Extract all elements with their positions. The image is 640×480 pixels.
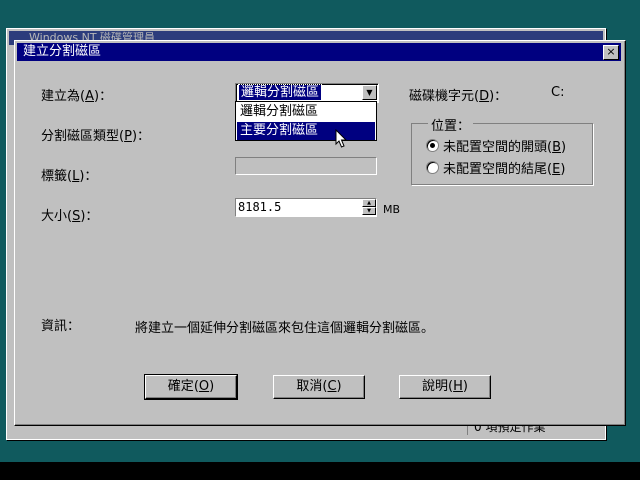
info-label: 資訊：	[41, 319, 81, 334]
radio-end-of-free-space[interactable]: 未配置空間的結尾(E)	[426, 158, 565, 177]
create-as-hotkey: A	[85, 89, 94, 104]
spin-up-icon[interactable]: ▲	[362, 199, 376, 207]
size-spin-field[interactable]: 8181.5 ▲ ▼	[235, 198, 377, 217]
dialog-title: 建立分割磁區	[23, 44, 102, 59]
position-group-title: 位置：	[428, 115, 474, 134]
create-as-label-text: 建立為	[41, 89, 81, 104]
taskbar-strip	[0, 462, 640, 480]
spin-down-icon[interactable]: ▼	[362, 207, 376, 215]
info-text: 將建立一個延伸分割磁區來包住這個邏輯分割磁區。	[135, 321, 435, 336]
chevron-down-icon[interactable]: ▼	[362, 85, 377, 100]
dropdown-option-logical[interactable]: 邏輯分割磁區	[237, 103, 375, 121]
help-button[interactable]: 說明(H)	[399, 375, 491, 399]
drive-letter-value: C:	[551, 85, 565, 100]
create-as-select[interactable]: 邏輯分割磁區 ▼	[235, 83, 379, 103]
position-title-text: 位置	[431, 119, 458, 134]
drive-letter-hotkey: D	[479, 89, 490, 104]
radio-start-hotkey: B	[552, 140, 562, 155]
close-icon: ×	[606, 45, 616, 58]
drive-letter-label: 磁碟機字元(D)：	[409, 89, 508, 104]
volume-label-label: 標籤(L)：	[41, 169, 98, 184]
radio-selected-icon[interactable]	[426, 139, 439, 152]
partition-type-label-text: 分割磁區類型	[41, 129, 120, 144]
cancel-hotkey: C	[327, 379, 337, 394]
drive-letter-label-text: 磁碟機字元	[409, 89, 475, 104]
radio-start-of-free-space[interactable]: 未配置空間的開頭(B)	[426, 136, 566, 155]
help-button-label: 說明	[422, 379, 449, 394]
create-partition-dialog: 建立分割磁區 × 建立為(A)： 邏輯分割磁區 ▼ 邏輯分割磁區 主要分割磁區 …	[14, 40, 626, 426]
size-hotkey: S	[72, 209, 81, 224]
help-hotkey: H	[453, 379, 463, 394]
volume-label-hotkey: L	[72, 169, 80, 184]
position-groupbox: 位置： 未配置空間的開頭(B) 未配置空間的結尾(E)	[411, 115, 593, 185]
size-unit: MB	[383, 203, 401, 216]
radio-start-label: 未配置空間的開頭	[443, 140, 548, 155]
size-spinner: ▲ ▼	[362, 199, 376, 216]
close-button[interactable]: ×	[603, 45, 619, 60]
create-as-selected-value: 邏輯分割磁區	[237, 84, 323, 101]
ok-button-label: 確定	[167, 379, 194, 394]
radio-unselected-icon[interactable]	[426, 161, 439, 174]
radio-end-label: 未配置空間的結尾	[443, 162, 548, 177]
partition-type-label: 分割磁區類型(P)：	[41, 129, 151, 144]
size-label: 大小(S)：	[41, 209, 99, 224]
size-input[interactable]: 8181.5	[238, 200, 281, 215]
ok-button[interactable]: 確定(O)	[144, 374, 238, 400]
partition-type-hotkey: P	[124, 129, 132, 144]
create-as-dropdown-list: 邏輯分割磁區 主要分割磁區	[235, 101, 377, 141]
mouse-pointer-icon	[335, 129, 348, 148]
ok-hotkey: O	[198, 379, 210, 394]
volume-label-label-text: 標籤	[41, 169, 68, 184]
radio-end-hotkey: E	[552, 162, 561, 177]
create-as-label: 建立為(A)：	[41, 89, 113, 104]
dialog-titlebar[interactable]: 建立分割磁區 ×	[17, 43, 621, 61]
cancel-button[interactable]: 取消(C)	[273, 375, 365, 399]
dropdown-option-primary[interactable]: 主要分割磁區	[237, 122, 375, 140]
volume-label-field[interactable]	[235, 157, 377, 175]
cancel-button-label: 取消	[296, 379, 323, 394]
size-label-text: 大小	[41, 209, 68, 224]
